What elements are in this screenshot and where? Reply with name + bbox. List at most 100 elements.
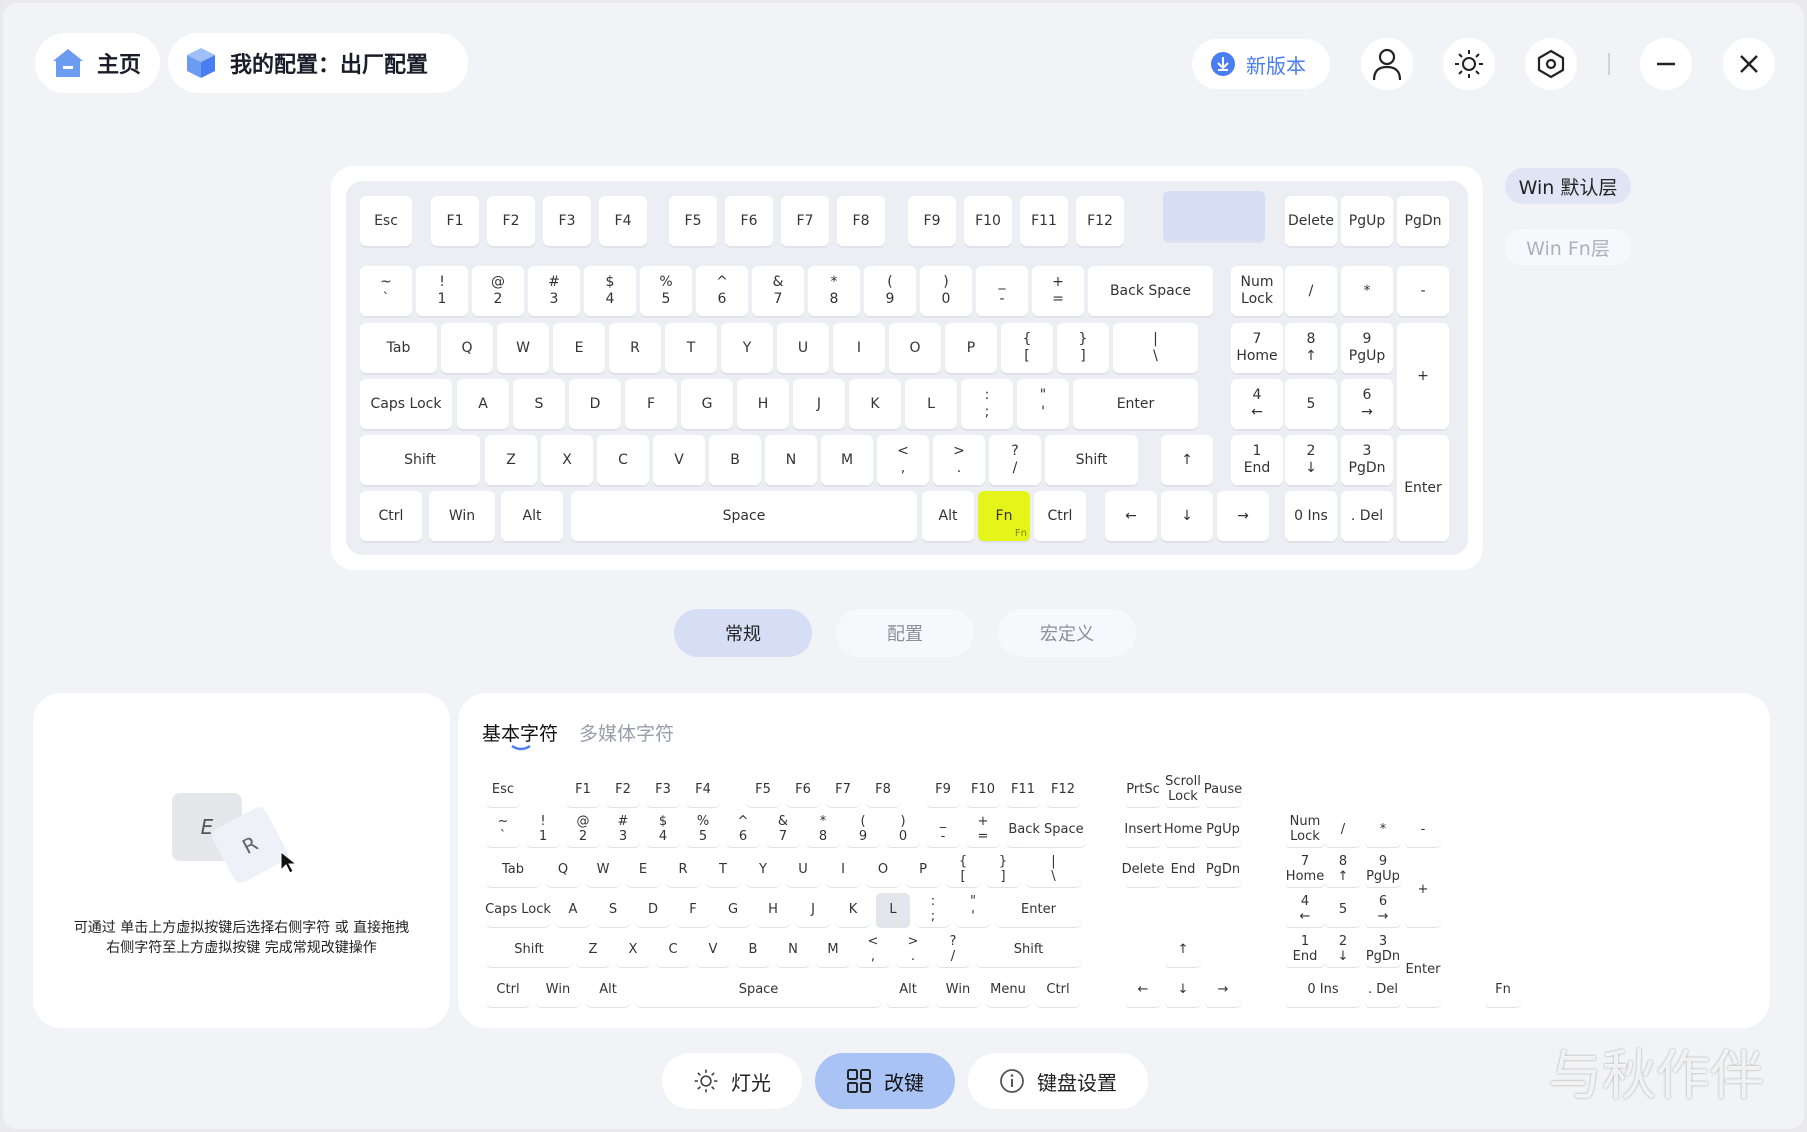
vkey-f3[interactable]: F3 bbox=[543, 196, 591, 246]
vkey-3-pgdn[interactable]: 3 PgDn bbox=[1341, 435, 1393, 485]
palette-key-8[interactable]: * 8 bbox=[806, 813, 840, 847]
vkey-ctrl[interactable]: Ctrl bbox=[1034, 491, 1086, 541]
palette-key-f10[interactable]: F10 bbox=[966, 773, 1000, 807]
vkey-5[interactable]: 5 bbox=[1285, 379, 1337, 429]
palette-key-win[interactable]: Win bbox=[536, 973, 580, 1007]
vkey-pgdn[interactable]: PgDn bbox=[1397, 196, 1449, 246]
palette-key-win[interactable]: Win bbox=[936, 973, 980, 1007]
vkey-v[interactable]: V bbox=[653, 435, 705, 485]
vkey-4[interactable]: $4 bbox=[584, 266, 636, 316]
palette-key-1-end[interactable]: 1 End bbox=[1285, 933, 1325, 967]
palette-key-z[interactable]: Z bbox=[576, 933, 610, 967]
palette-key-blank[interactable]: ? / bbox=[936, 933, 970, 967]
palette-key-3-pgdn[interactable]: 3 PgDn bbox=[1365, 933, 1401, 967]
vkey-7-home[interactable]: 7 Home bbox=[1231, 323, 1283, 373]
palette-key-f11[interactable]: F11 bbox=[1006, 773, 1040, 807]
vkey-blank[interactable]: <, bbox=[877, 435, 929, 485]
vkey-fn-fn[interactable]: Fn Fn bbox=[978, 491, 1030, 541]
palette-key-blank[interactable]: | \ bbox=[1026, 853, 1081, 887]
vkey-blank[interactable]: :; bbox=[961, 379, 1013, 429]
palette-key-num-lock[interactable]: Num Lock bbox=[1285, 813, 1325, 847]
vkey-1[interactable]: ! 1 bbox=[416, 266, 468, 316]
palette-key-f[interactable]: F bbox=[676, 893, 710, 927]
vkey-t[interactable]: T bbox=[665, 323, 717, 373]
vkey-blank[interactable]: ← bbox=[1105, 491, 1157, 541]
vkey-5[interactable]: % 5 bbox=[640, 266, 692, 316]
vkey-shift[interactable]: Shift bbox=[1045, 435, 1138, 485]
palette-key-d[interactable]: D bbox=[636, 893, 670, 927]
vkey-f10[interactable]: F10 bbox=[964, 196, 1012, 246]
palette-key-f9[interactable]: F9 bbox=[926, 773, 960, 807]
palette-key-f12[interactable]: F12 bbox=[1046, 773, 1080, 807]
palette-key-4[interactable]: 4 ← bbox=[1285, 893, 1325, 927]
palette-key-ctrl[interactable]: Ctrl bbox=[486, 973, 530, 1007]
palette-key-ctrl[interactable]: Ctrl bbox=[1036, 973, 1080, 1007]
palette-key-enter[interactable]: Enter bbox=[1405, 933, 1441, 1007]
palette-key-f3[interactable]: F3 bbox=[646, 773, 680, 807]
vkey-8[interactable]: 8 ↑ bbox=[1285, 323, 1337, 373]
vkey-ctrl[interactable]: Ctrl bbox=[360, 491, 422, 541]
vkey-enter[interactable]: Enter bbox=[1073, 379, 1198, 429]
vkey-f8[interactable]: F8 bbox=[837, 196, 885, 246]
palette-key-esc[interactable]: Esc bbox=[486, 773, 520, 807]
palette-key-w[interactable]: W bbox=[586, 853, 620, 887]
vkey-blank[interactable]: " ' bbox=[1017, 379, 1069, 429]
palette-key-q[interactable]: Q bbox=[546, 853, 580, 887]
vkey-0[interactable]: ) 0 bbox=[920, 266, 972, 316]
palette-key-f5[interactable]: F5 bbox=[746, 773, 780, 807]
palette-key-f4[interactable]: F4 bbox=[686, 773, 720, 807]
palette-key-insert[interactable]: Insert bbox=[1124, 813, 1162, 847]
palette-key-g[interactable]: G bbox=[716, 893, 750, 927]
palette-key-tab[interactable]: Tab bbox=[486, 853, 540, 887]
vkey-blank[interactable]: ~ ` bbox=[360, 266, 412, 316]
vkey-m[interactable]: M bbox=[821, 435, 873, 485]
vkey-blank[interactable]: → bbox=[1217, 491, 1269, 541]
vkey-b[interactable]: B bbox=[709, 435, 761, 485]
vkey-blank[interactable]: }] bbox=[1057, 323, 1109, 373]
vkey-f5[interactable]: F5 bbox=[669, 196, 717, 246]
palette-key-blank[interactable]: :; bbox=[916, 893, 950, 927]
vkey-esc[interactable]: Esc bbox=[360, 196, 412, 246]
vkey-blank[interactable]: | \ bbox=[1113, 323, 1198, 373]
palette-key-j[interactable]: J bbox=[796, 893, 830, 927]
vkey-blank[interactable]: _ - bbox=[976, 266, 1028, 316]
vkey-blank[interactable]: - bbox=[1397, 266, 1449, 316]
vkey-f12[interactable]: F12 bbox=[1076, 196, 1124, 246]
palette-key-blank[interactable]: <, bbox=[856, 933, 890, 967]
vkey-a[interactable]: A bbox=[457, 379, 509, 429]
vkey-r[interactable]: R bbox=[609, 323, 661, 373]
palette-key-u[interactable]: U bbox=[786, 853, 820, 887]
palette-key-e[interactable]: E bbox=[626, 853, 660, 887]
vkey-f4[interactable]: F4 bbox=[599, 196, 647, 246]
palette-key-alt[interactable]: Alt bbox=[586, 973, 630, 1007]
vkey-s[interactable]: S bbox=[513, 379, 565, 429]
palette-key-blank[interactable]: >. bbox=[896, 933, 930, 967]
tab-macro[interactable]: 宏定义 bbox=[998, 609, 1136, 657]
user-button[interactable] bbox=[1361, 38, 1413, 90]
palette-key-space[interactable]: Space bbox=[636, 973, 881, 1007]
tab-keyboard-settings[interactable]: 键盘设置 bbox=[968, 1053, 1148, 1109]
palette-key-4[interactable]: $4 bbox=[646, 813, 680, 847]
palette-key-1[interactable]: ! 1 bbox=[526, 813, 560, 847]
palette-key-blank[interactable]: * bbox=[1365, 813, 1401, 847]
palette-key-9[interactable]: (9 bbox=[846, 813, 880, 847]
palette-key-blank[interactable]: ↓ bbox=[1165, 973, 1201, 1007]
palette-key-x[interactable]: X bbox=[616, 933, 650, 967]
vkey-6[interactable]: ^ 6 bbox=[696, 266, 748, 316]
vkey-tab[interactable]: Tab bbox=[360, 323, 437, 373]
close-button[interactable] bbox=[1723, 38, 1775, 90]
layer-win-fn[interactable]: Win Fn层 bbox=[1505, 229, 1631, 265]
vkey-f11[interactable]: F11 bbox=[1020, 196, 1068, 246]
palette-key-del[interactable]: . Del bbox=[1365, 973, 1401, 1007]
vkey-enter[interactable]: Enter bbox=[1397, 435, 1449, 541]
palette-key-blank[interactable]: + bbox=[1405, 853, 1441, 927]
palette-key-p[interactable]: P bbox=[906, 853, 940, 887]
vkey-f2[interactable]: F2 bbox=[487, 196, 535, 246]
palette-key-enter[interactable]: Enter bbox=[996, 893, 1081, 927]
palette-key-end[interactable]: End bbox=[1165, 853, 1201, 887]
vkey-blank[interactable]: >. bbox=[933, 435, 985, 485]
palette-key-9-pgup[interactable]: 9 PgUp bbox=[1365, 853, 1401, 887]
vkey-blank[interactable]: {[ bbox=[1001, 323, 1053, 373]
vkey-h[interactable]: H bbox=[737, 379, 789, 429]
palette-key-blank[interactable]: + = bbox=[966, 813, 1000, 847]
